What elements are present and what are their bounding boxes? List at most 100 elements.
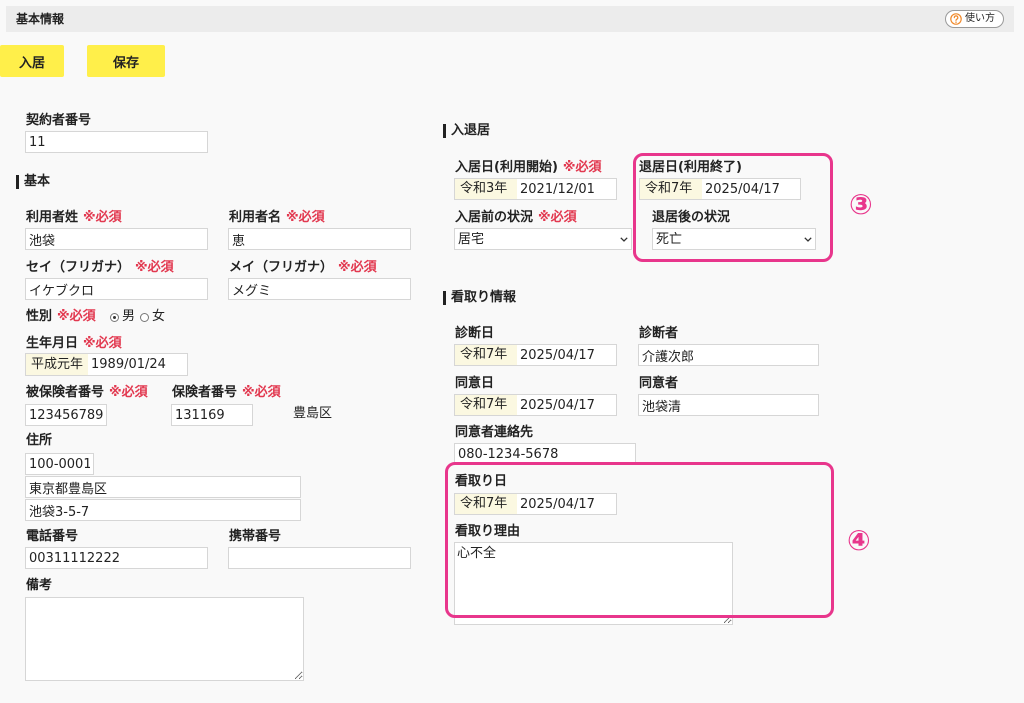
last-name-kana-label: セイ（フリガナ） ※必須 bbox=[26, 260, 174, 276]
postal-code-input[interactable] bbox=[25, 453, 94, 475]
first-name-kana-input[interactable] bbox=[228, 278, 411, 300]
diagnosed-by-label: 診断者 bbox=[639, 326, 679, 341]
section-end-of-life-title: 看取り情報 bbox=[451, 290, 517, 305]
section-end-of-life: 看取り情報 bbox=[443, 290, 516, 306]
birth-date-input[interactable] bbox=[88, 354, 187, 375]
first-name-label-text: 利用者名 bbox=[229, 210, 282, 225]
era-prefix: 令和7年 bbox=[455, 345, 517, 365]
consented-by-label: 同意者 bbox=[639, 376, 679, 391]
insurer-number-input[interactable] bbox=[171, 404, 253, 426]
first-name-kana-label: メイ（フリガナ） ※必須 bbox=[229, 260, 377, 276]
help-button-label: 使い方 bbox=[965, 13, 995, 24]
move-in-button[interactable]: 入居 bbox=[0, 45, 64, 77]
end-of-life-date-input[interactable] bbox=[517, 494, 616, 514]
gender-radio-male[interactable]: 男 bbox=[110, 309, 135, 325]
consent-contact-input[interactable] bbox=[454, 443, 636, 465]
last-name-kana-label-text: セイ（フリガナ） bbox=[26, 260, 131, 275]
consent-date-field: 令和7年 bbox=[454, 394, 617, 416]
required-mark: ※必須 bbox=[109, 385, 148, 400]
move-out-date-input[interactable] bbox=[702, 179, 800, 199]
insurer-number-label: 保険者番号 ※必須 bbox=[172, 385, 281, 401]
end-of-life-date-label: 看取り日 bbox=[455, 474, 508, 489]
era-prefix: 令和7年 bbox=[455, 494, 517, 514]
gender-option-label: 女 bbox=[152, 309, 166, 324]
diagnosis-date-field: 令和7年 bbox=[454, 344, 617, 366]
save-button[interactable]: 保存 bbox=[87, 45, 165, 77]
insurer-number-label-text: 保険者番号 bbox=[172, 385, 238, 400]
radio-circle bbox=[140, 312, 149, 322]
annotation-marker-3: ③ bbox=[849, 188, 873, 221]
section-residency: 入退居 bbox=[443, 123, 490, 139]
first-name-kana-label-text: メイ（フリガナ） bbox=[229, 260, 334, 275]
help-button[interactable]: 使い方 bbox=[945, 10, 1004, 28]
insured-number-label-text: 被保険者番号 bbox=[26, 385, 105, 400]
notes-textarea[interactable] bbox=[25, 597, 304, 681]
era-prefix: 令和7年 bbox=[455, 395, 517, 415]
required-mark: ※必須 bbox=[286, 210, 325, 225]
status-after-label: 退居後の状況 bbox=[652, 210, 731, 225]
consented-by-input[interactable] bbox=[638, 394, 819, 416]
first-name-input[interactable] bbox=[228, 228, 411, 250]
section-basic-title: 基本 bbox=[24, 174, 51, 189]
consent-date-input[interactable] bbox=[517, 395, 616, 415]
move-in-date-label: 入居日(利用開始) ※必須 bbox=[455, 160, 602, 176]
status-before-select-wrap: 居宅 bbox=[454, 228, 632, 250]
era-prefix: 平成元年 bbox=[26, 354, 88, 375]
section-basic: 基本 bbox=[16, 174, 50, 190]
address-line1-input[interactable] bbox=[25, 476, 301, 498]
gender-option-label: 男 bbox=[122, 309, 136, 324]
gender-label-text: 性別 bbox=[26, 309, 53, 324]
annotation-marker-4: ④ bbox=[847, 524, 871, 557]
required-mark: ※必須 bbox=[242, 385, 281, 400]
required-mark: ※必須 bbox=[135, 260, 174, 275]
header-bar: 基本情報 使い方 bbox=[6, 6, 1014, 32]
last-name-label: 利用者姓 ※必須 bbox=[26, 210, 122, 226]
diagnosis-date-label: 診断日 bbox=[455, 326, 495, 341]
era-prefix: 令和3年 bbox=[455, 179, 517, 199]
mobile-input[interactable] bbox=[228, 547, 411, 569]
status-after-select[interactable]: 死亡 bbox=[652, 228, 816, 250]
move-in-date-field: 令和3年 bbox=[454, 178, 617, 200]
phone-input[interactable] bbox=[25, 547, 208, 569]
era-prefix: 令和7年 bbox=[640, 179, 702, 199]
required-mark: ※必須 bbox=[338, 260, 377, 275]
diagnosis-date-input[interactable] bbox=[517, 345, 616, 365]
required-mark: ※必須 bbox=[83, 336, 122, 351]
section-bar bbox=[443, 291, 446, 305]
end-of-life-reason-textarea[interactable]: 心不全 bbox=[454, 542, 733, 625]
notes-label: 備考 bbox=[26, 578, 53, 593]
birth-date-label-text: 生年月日 bbox=[26, 336, 79, 351]
status-after-select-wrap: 死亡 bbox=[652, 228, 816, 250]
section-bar bbox=[16, 175, 19, 189]
move-in-date-input[interactable] bbox=[517, 179, 616, 199]
contract-number-input[interactable] bbox=[25, 131, 208, 153]
basic-info-page: 基本情報 使い方 入居 保存 契約者番号 基本 利用者姓※必須 利用者名※必須 … bbox=[0, 0, 1024, 703]
move-out-date-label: 退居日(利用終了) bbox=[639, 160, 742, 175]
required-mark: ※必須 bbox=[83, 210, 122, 225]
status-before-select[interactable]: 居宅 bbox=[454, 228, 632, 250]
birth-date-field: 平成元年 bbox=[25, 353, 188, 376]
last-name-kana-input[interactable] bbox=[25, 278, 208, 300]
insured-number-input[interactable] bbox=[25, 404, 107, 426]
insured-number-label: 被保険者番号 ※必須 bbox=[26, 385, 148, 401]
page-title: 基本情報 bbox=[16, 12, 65, 26]
last-name-input[interactable] bbox=[25, 228, 208, 250]
contract-number-label: 契約者番号 bbox=[26, 113, 92, 128]
address-label: 住所 bbox=[26, 433, 53, 448]
phone-label: 電話番号 bbox=[26, 529, 79, 544]
diagnosed-by-input[interactable] bbox=[638, 344, 819, 366]
first-name-label: 利用者名 ※必須 bbox=[229, 210, 325, 226]
move-in-date-label-text: 入居日(利用開始) bbox=[455, 160, 558, 175]
radio-circle bbox=[110, 312, 119, 322]
mobile-label: 携帯番号 bbox=[229, 529, 282, 544]
help-icon bbox=[950, 13, 962, 25]
status-before-label: 入居前の状況 ※必須 bbox=[455, 210, 577, 226]
birth-date-label: 生年月日 ※必須 bbox=[26, 336, 122, 352]
required-mark: ※必須 bbox=[562, 160, 602, 175]
last-name-label-text: 利用者姓 bbox=[26, 210, 79, 225]
address-line2-input[interactable] bbox=[25, 499, 301, 521]
move-out-date-field: 令和7年 bbox=[639, 178, 801, 200]
gender-radio-female[interactable]: 女 bbox=[140, 309, 165, 325]
required-mark: ※必須 bbox=[538, 210, 577, 225]
section-bar bbox=[443, 124, 446, 138]
